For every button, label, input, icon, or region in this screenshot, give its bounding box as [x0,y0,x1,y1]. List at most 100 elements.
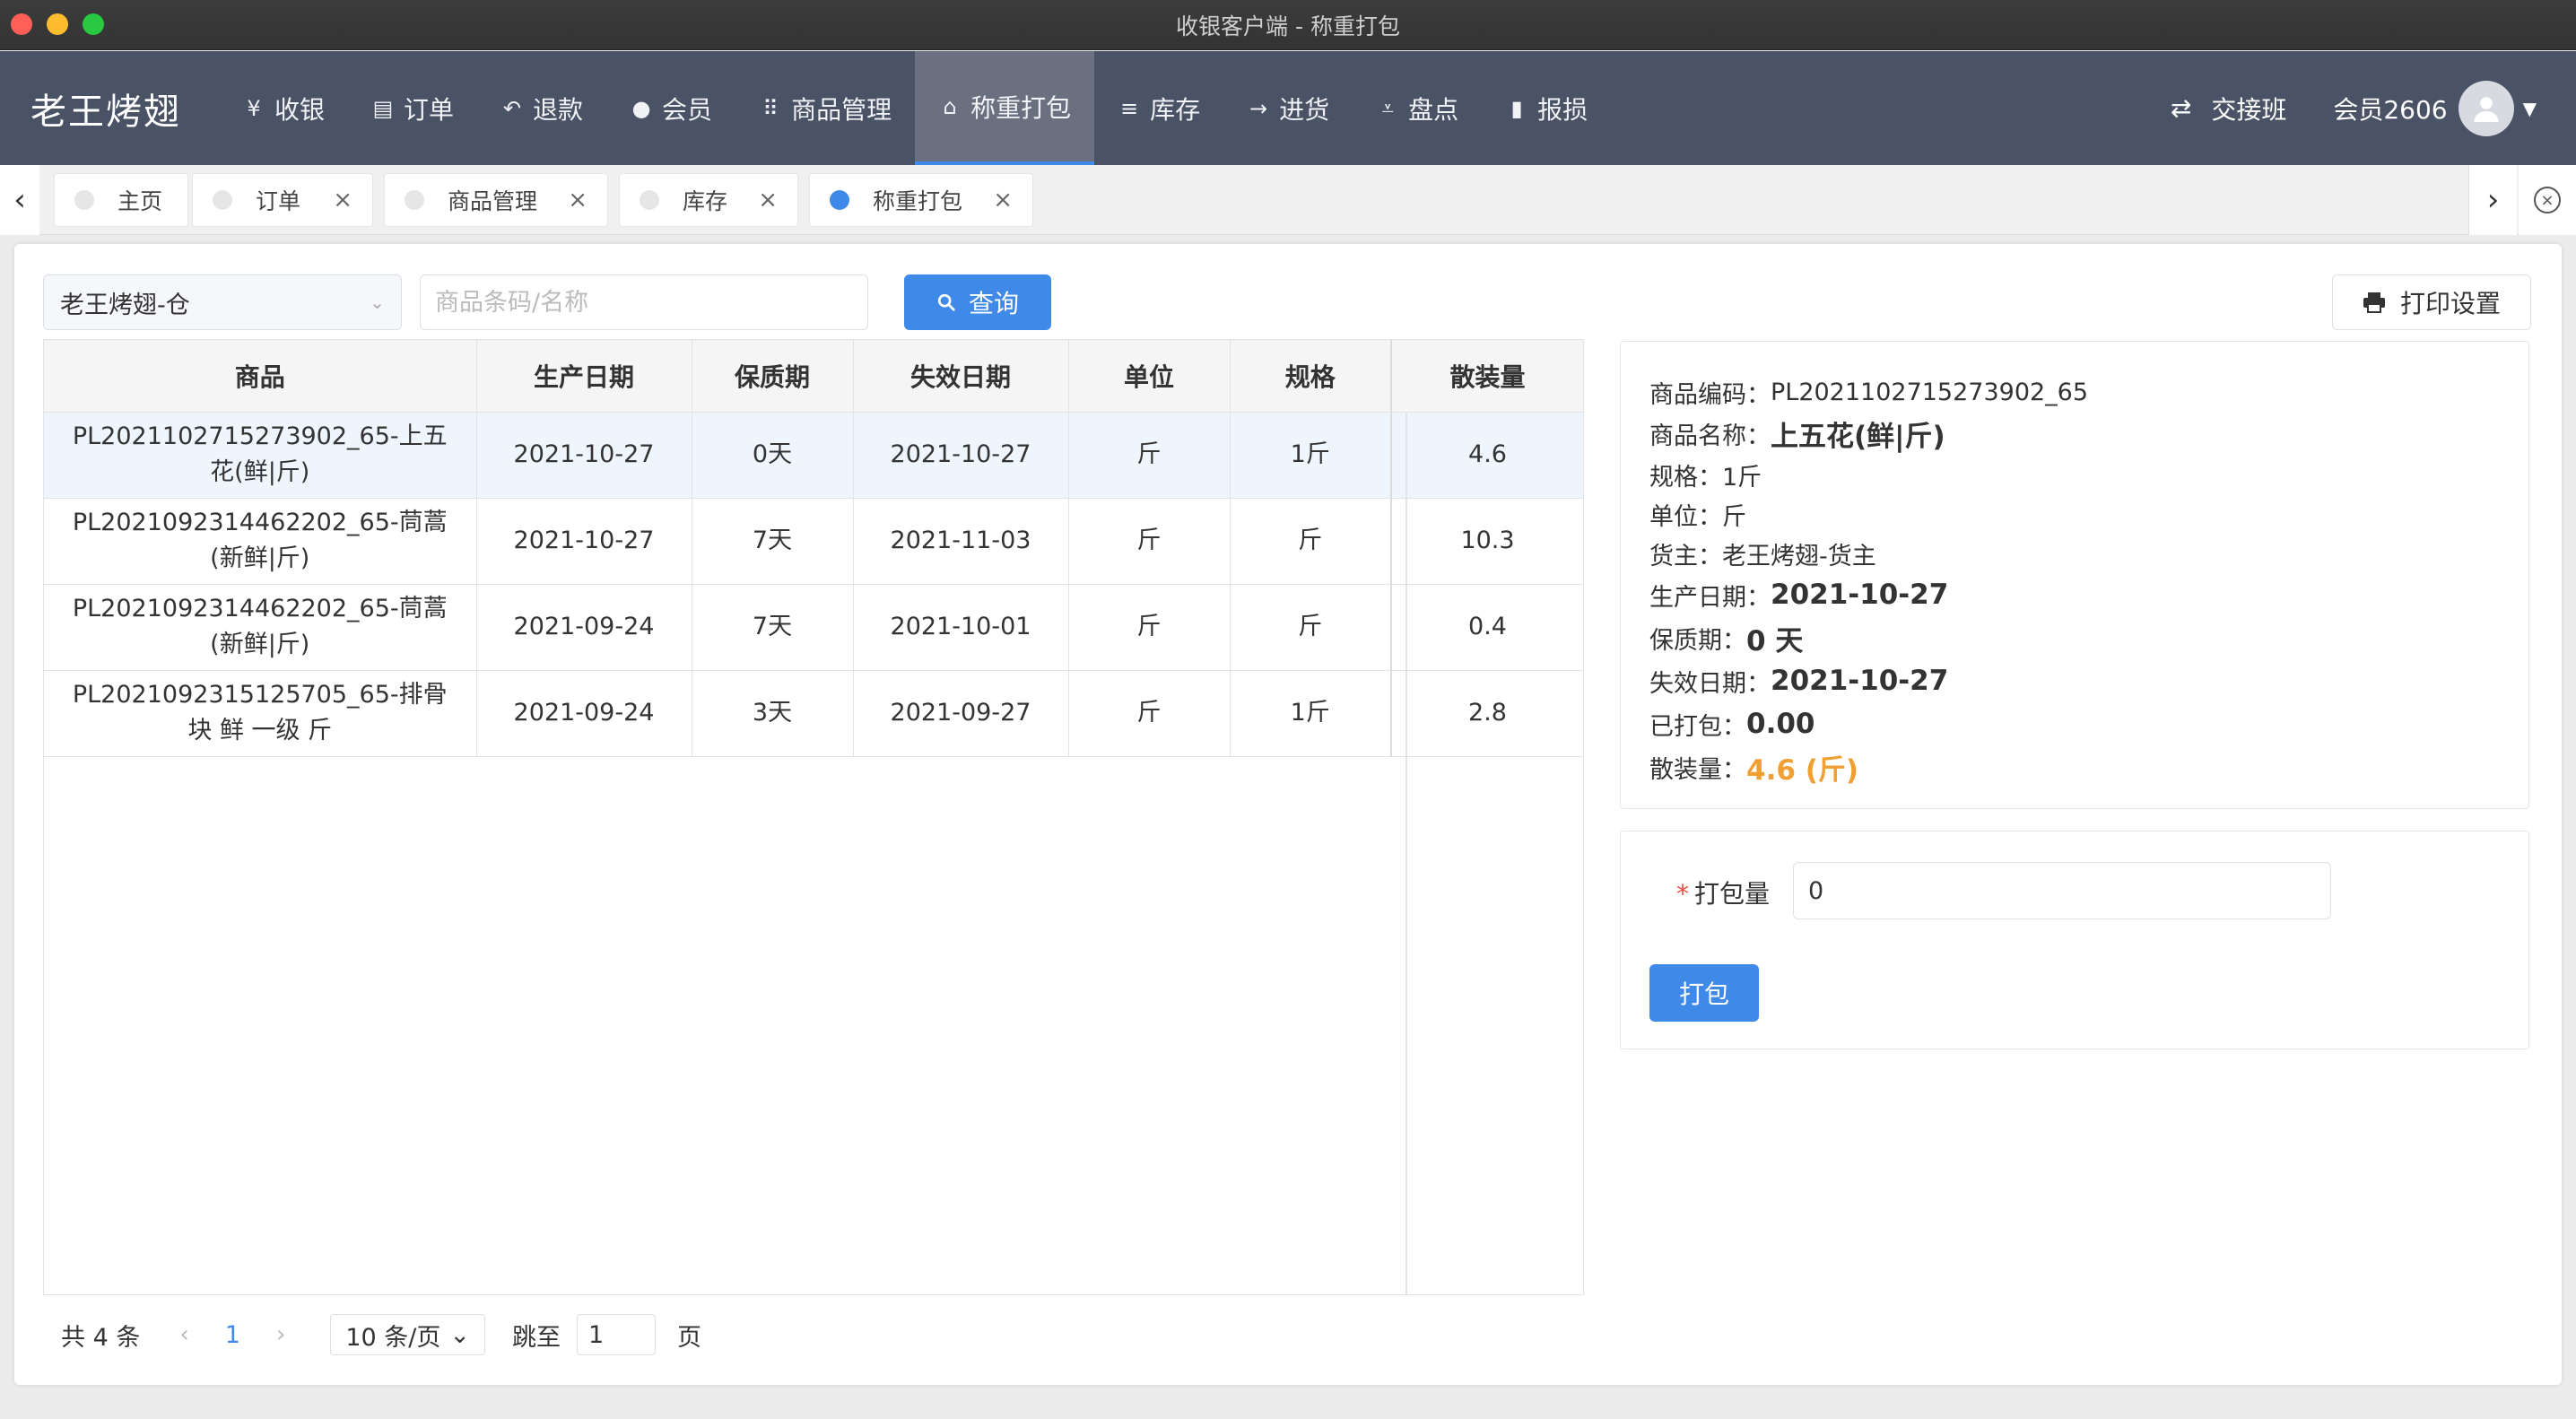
cell-production-date: 2021-09-24 [476,670,692,757]
total-count: 共 4 条 [61,1323,141,1352]
cell-bulk: 10.3 [1390,498,1583,585]
tab-weigh-pack[interactable]: 称重打包 × [809,173,1033,227]
nav-stocktake[interactable]: ⩡ 盘点 [1353,51,1482,165]
column-header[interactable]: 散装量 [1390,340,1583,413]
top-navigation: 老王烤翅 ¥ 收银 ▤ 订单 ↶ 退款 ● 会员 ⠿ 商品管理 ⌂ 称重打包 ≡ 库存 → 进货… [0,51,2576,165]
nav-members[interactable]: ● 会员 [606,51,735,165]
page-number[interactable]: 1 [225,1321,240,1349]
product-name-line: PL2021092314462202_65-茼蒿 [72,509,448,536]
page-size-select[interactable]: 10 条/页 ⌄ [330,1314,486,1355]
detail-value: 4.6 (斤) [1746,753,1859,787]
user-icon: ● [631,95,651,121]
column-header[interactable]: 单位 [1068,340,1231,413]
detail-value: 2021-10-27 [1771,665,1949,697]
tab-product-management[interactable]: 商品管理 × [384,173,608,227]
detail-bulk: 散装量： 4.6 (斤) [1649,745,2500,788]
cell-shelf-life: 0天 [692,412,854,499]
close-icon[interactable]: × [993,187,1013,213]
basket-icon: ⌂ [943,93,957,119]
jump-page-input[interactable] [577,1314,657,1355]
tabs-scroll-right-button[interactable]: › [2468,165,2517,235]
document-icon: ▤ [372,95,394,121]
column-header[interactable]: 商品 [44,340,477,413]
minimize-window-button[interactable] [47,13,68,35]
column-header[interactable]: 保质期 [692,340,854,413]
product-table: 商品 生产日期 保质期 失效日期 单位 规格 散装量 PL20211027152… [43,339,1584,1295]
close-icon[interactable]: × [758,187,778,213]
query-button[interactable]: 查询 [904,274,1051,330]
detail-label: 生产日期： [1649,583,1771,612]
detail-value: 0 天 [1746,624,1804,657]
tabs-scroll-left-button[interactable]: ‹ [0,165,39,235]
member-name: 会员2606 [2333,94,2448,125]
caret-down-icon[interactable]: ▼ [2523,98,2537,119]
search-input[interactable] [420,274,868,330]
chevron-right-icon: › [2486,182,2500,218]
nav-weigh-pack[interactable]: ⌂ 称重打包 [915,51,1095,165]
cell-expiry-date: 2021-11-03 [853,498,1069,585]
cell-unit: 斤 [1068,584,1231,671]
detail-value: 上五花(鲜|斤) [1771,420,1945,453]
tab-label: 库存 [683,188,728,214]
cell-spec: 斤 [1230,584,1392,671]
next-page-icon[interactable]: › [276,1321,285,1348]
cell-bulk: 2.8 [1390,670,1583,757]
cell-product: PL2021092315125705_65-排骨块 鲜 一级 斤 [44,670,477,757]
print-settings-button[interactable]: 打印设置 [2332,274,2531,330]
maximize-window-button[interactable] [83,13,104,35]
detail-expiry-date: 失效日期： 2021-10-27 [1649,659,2500,702]
cell-production-date: 2021-10-27 [476,498,692,585]
warehouse-value: 老王烤翅-仓 [60,291,190,319]
trash-icon: ▮ [1510,95,1523,121]
window-title: 收银客户端 - 称重打包 [1176,13,1400,39]
cell-spec: 1斤 [1230,412,1392,499]
window-controls [11,13,104,35]
close-all-tabs-button[interactable]: × [2519,165,2576,235]
detail-value: 1斤 [1722,463,1762,492]
table-row[interactable]: PL2021092314462202_65-茼蒿 (新鲜|斤) 2021-09-2… [44,584,1583,671]
tab-inventory[interactable]: 库存 × [619,173,798,227]
cell-unit: 斤 [1068,498,1231,585]
table-row[interactable]: PL2021092314462202_65-茼蒿 (新鲜|斤) 2021-10-2… [44,498,1583,585]
pack-qty-input[interactable] [1793,862,2331,919]
arrow-right-icon: → [1249,95,1268,121]
jump-label: 跳至 [512,1323,561,1352]
product-name-line: PL2021092314462202_65-茼蒿 [72,595,448,622]
nav-cashier[interactable]: ¥ 收银 [219,51,348,165]
cell-unit: 斤 [1068,412,1231,499]
close-icon[interactable]: × [333,187,352,213]
detail-code: 商品编码： PL2021102715273902_65 [1649,372,2500,412]
detail-label: 货主： [1649,542,1722,570]
nav-product-management[interactable]: ⠿ 商品管理 [735,51,915,165]
chevron-down-icon: ⌄ [449,1320,471,1349]
column-header[interactable]: 规格 [1230,340,1392,413]
table-header-row: 商品 生产日期 保质期 失效日期 单位 规格 散装量 [44,340,1583,413]
nav-purchase[interactable]: → 进货 [1223,51,1353,165]
nav-refund[interactable]: ↶ 退款 [477,51,606,165]
cell-shelf-life: 7天 [692,584,854,671]
warehouse-select[interactable]: 老王烤翅-仓 ⌄ [43,274,402,330]
nav-inventory[interactable]: ≡ 库存 [1094,51,1223,165]
avatar[interactable] [2458,80,2514,136]
cell-production-date: 2021-09-24 [476,584,692,671]
detail-packed: 已打包： 0.00 [1649,702,2500,745]
pack-qty-label: * 打包量 [1676,875,1770,910]
close-icon[interactable]: × [568,187,587,213]
tab-home[interactable]: 主页 [54,173,188,227]
required-mark: * [1676,879,1689,909]
column-header[interactable]: 生产日期 [476,340,692,413]
column-header[interactable]: 失效日期 [853,340,1069,413]
pack-button[interactable]: 打包 [1649,964,1759,1022]
tab-status-dot [830,190,849,210]
close-window-button[interactable] [11,13,32,35]
printer-icon [2363,292,2385,313]
table-row[interactable]: PL2021102715273902_65-上五 花(鲜|斤) 2021-10-2… [44,412,1583,499]
shift-handover-button[interactable]: ⇄ 交接班 [2171,91,2286,126]
list-icon: ≡ [1120,95,1139,121]
tab-orders[interactable]: 订单 × [192,173,373,227]
table-row[interactable]: PL2021092315125705_65-排骨块 鲜 一级 斤 2021-09… [44,670,1583,757]
prev-page-icon[interactable]: ‹ [179,1321,188,1348]
nav-orders[interactable]: ▤ 订单 [348,51,477,165]
nav-damage-report[interactable]: ▮ 报损 [1482,51,1611,165]
tab-label: 称重打包 [873,188,963,214]
